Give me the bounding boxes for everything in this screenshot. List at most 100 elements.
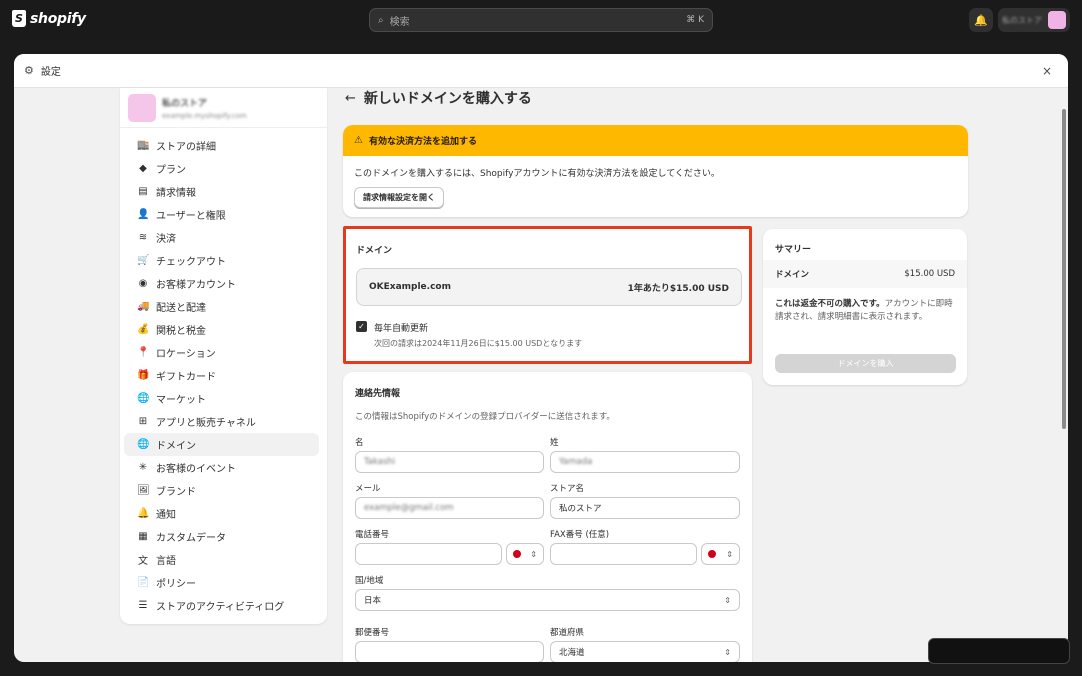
settings-sidebar: 私のストア example.myshopify.com 🏬 ストアの詳細 ◆ プラン ▤… xyxy=(120,88,327,624)
sidebar-item[interactable]: 🏬 ストアの詳細 xyxy=(124,134,319,157)
japan-flag-icon xyxy=(708,550,716,558)
sidebar-item-label: 決済 xyxy=(156,234,176,245)
scrollbar[interactable] xyxy=(1062,109,1066,429)
phone-field[interactable] xyxy=(355,543,502,565)
phone-country-select[interactable]: ⇕ xyxy=(506,543,544,565)
shopify-logo[interactable]: shopify xyxy=(12,10,86,27)
sidebar-item[interactable]: 👤 ユーザーと権限 xyxy=(124,203,319,226)
last-name-field[interactable]: Yamada xyxy=(550,451,740,473)
warning-icon: ⚠ xyxy=(354,135,363,146)
store-name-field[interactable]: 私のストア xyxy=(550,497,740,519)
chevron-updown-icon: ⇕ xyxy=(724,647,731,657)
postal-code-label: 郵便番号 xyxy=(355,628,390,638)
first-name-field[interactable]: Takashi xyxy=(355,451,544,473)
payment-warning-banner: ⚠ 有効な決済方法を追加する このドメインを購入するには、Shopifyアカウン… xyxy=(343,125,968,217)
search-bar[interactable]: ⌕ 検索 ⌘ K xyxy=(369,8,713,32)
avatar xyxy=(1048,11,1066,29)
gear-icon: ⚙ xyxy=(24,64,34,77)
domain-box: OKExample.com 1年あたり$15.00 USD xyxy=(356,268,742,306)
shopping-bag-icon xyxy=(12,10,26,27)
chevron-updown-icon: ⇕ xyxy=(726,549,733,559)
top-bar: shopify ⌕ 検索 ⌘ K 🔔 私のストア xyxy=(0,0,1082,40)
domain-name: OKExample.com xyxy=(369,282,451,292)
store-name-value: 私のストア xyxy=(559,504,602,514)
page-header: ← 新しいドメインを購入する xyxy=(345,88,532,108)
billing-icon: ▤ xyxy=(138,186,148,197)
summary-row-label: ドメイン xyxy=(775,270,810,280)
sidebar-item[interactable]: 🖼 ブランド xyxy=(124,479,319,502)
sidebar-item[interactable]: ✳ お客様のイベント xyxy=(124,456,319,479)
events-icon: ✳ xyxy=(138,462,148,473)
sidebar-item[interactable]: 🌐 マーケット xyxy=(124,387,319,410)
settings-nav: 🏬 ストアの詳細 ◆ プラン ▤ 請求情報 👤 ユーザーと権限 ≋ 決済 🛒 チェックアウト ◉ お客様ア… xyxy=(120,128,327,617)
email-field[interactable]: example@gmail.com xyxy=(355,497,544,519)
chevron-updown-icon: ⇕ xyxy=(724,595,731,605)
summary-row: ドメイン $15.00 USD xyxy=(763,260,967,288)
auto-renew-label: 毎年自動更新 xyxy=(374,324,429,334)
fax-country-select[interactable]: ⇕ xyxy=(701,543,740,565)
sidebar-item[interactable]: ≋ 決済 xyxy=(124,226,319,249)
sidebar-item[interactable]: 🎁 ギフトカード xyxy=(124,364,319,387)
sidebar-item[interactable]: 🔔 通知 xyxy=(124,502,319,525)
banner-title: 有効な決済方法を追加する xyxy=(368,137,477,147)
sidebar-item[interactable]: ◉ お客様アカウント xyxy=(124,272,319,295)
tax-icon: 💰 xyxy=(137,324,150,335)
store-avatar xyxy=(128,93,156,122)
plan-icon: ◆ xyxy=(139,163,147,174)
policy-icon: 📄 xyxy=(137,577,150,588)
summary-title: サマリー xyxy=(775,245,812,255)
domain-card-title: ドメイン xyxy=(356,246,393,256)
contact-card-title: 連絡先情報 xyxy=(355,389,401,399)
sidebar-item[interactable]: ☰ ストアのアクティビティログ xyxy=(124,594,319,617)
auto-renew-checkbox[interactable]: ✓ xyxy=(356,321,367,332)
fax-field[interactable] xyxy=(550,543,697,565)
store-header[interactable]: 私のストア example.myshopify.com xyxy=(120,88,327,128)
country-select[interactable]: 日本 ⇕ xyxy=(355,589,740,611)
search-shortcut: ⌘ K xyxy=(686,15,704,25)
account-name: 私のストア xyxy=(1002,15,1042,25)
next-billing-text: 次回の請求は2024年11月26日に$15.00 USDとなります xyxy=(374,339,583,348)
notifications-button[interactable]: 🔔 xyxy=(969,8,993,32)
sidebar-item[interactable]: ▦ カスタムデータ xyxy=(124,525,319,548)
list-icon: ☰ xyxy=(138,600,148,611)
sidebar-item-label: マーケット xyxy=(156,395,206,406)
sidebar-item-label: ユーザーと権限 xyxy=(156,211,226,222)
account-menu[interactable]: 私のストア xyxy=(998,8,1070,32)
sidebar-item[interactable]: 💰 関税と税金 xyxy=(124,318,319,341)
store-name: 私のストア xyxy=(162,98,208,109)
sidebar-item-label: ドメイン xyxy=(156,441,196,452)
back-arrow-icon[interactable]: ← xyxy=(345,91,356,106)
sidebar-item[interactable]: ▤ 請求情報 xyxy=(124,180,319,203)
sidebar-item-label: お客様のイベント xyxy=(156,464,236,475)
sidebar-item[interactable]: 文言語 xyxy=(124,548,319,571)
sidebar-item-label: プラン xyxy=(156,165,186,176)
bottom-overlay xyxy=(928,638,1070,664)
sidebar-item[interactable]: 📄 ポリシー xyxy=(124,571,319,594)
summary-note-bold: これは返金不可の購入です。 xyxy=(775,299,885,309)
search-placeholder: 検索 xyxy=(389,16,410,28)
summary-row-value: $15.00 USD xyxy=(904,269,955,279)
domain-price: 1年あたり$15.00 USD xyxy=(627,283,729,294)
open-billing-settings-button[interactable]: 請求情報設定を開く xyxy=(354,187,444,208)
sidebar-item-label: ストアの詳細 xyxy=(156,142,216,153)
sidebar-item[interactable]: ◆ プラン xyxy=(124,157,319,180)
postal-code-field[interactable] xyxy=(355,641,544,662)
close-button[interactable]: × xyxy=(1042,64,1052,78)
sidebar-item[interactable]: 🚚 配送と配達 xyxy=(124,295,319,318)
sidebar-item[interactable]: 🛒 チェックアウト xyxy=(124,249,319,272)
buy-domain-button[interactable]: ドメインを購入 xyxy=(775,354,956,373)
first-name-value: Takashi xyxy=(364,457,396,467)
custom-data-icon: ▦ xyxy=(138,531,148,542)
store-icon: 🏬 xyxy=(137,140,150,151)
sidebar-item-label: 配送と配達 xyxy=(156,303,206,314)
sidebar-item[interactable]: ⊞ アプリと販売チャネル xyxy=(124,410,319,433)
summary-card: サマリー ドメイン $15.00 USD これは返金不可の購入です。アカウントに… xyxy=(763,229,967,385)
sidebar-item[interactable]: 🌐 ドメイン xyxy=(124,433,319,456)
auto-renew-row: ✓ 毎年自動更新 次回の請求は2024年11月26日に$15.00 USDとなり… xyxy=(356,321,582,349)
domain-icon: 🌐 xyxy=(137,439,150,450)
sidebar-item[interactable]: 📍 ロケーション xyxy=(124,341,319,364)
sidebar-item-label: ストアのアクティビティログ xyxy=(156,602,285,613)
sidebar-item-label: ギフトカード xyxy=(156,372,216,383)
prefecture-select[interactable]: 北海道 ⇕ xyxy=(550,641,740,662)
modal-title: 設定 xyxy=(40,67,61,78)
